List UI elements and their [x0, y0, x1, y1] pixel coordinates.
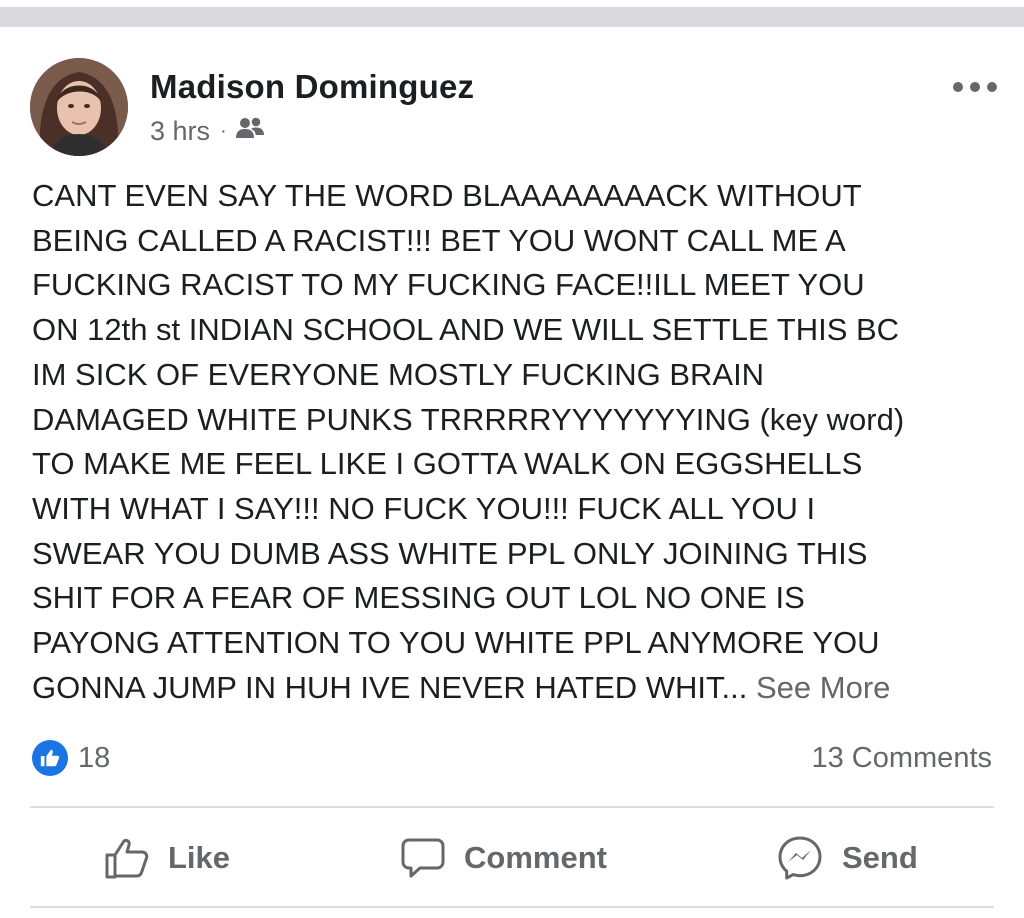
post-body: CANT EVEN SAY THE WORD BLAAAAAAAACK WITH…: [32, 174, 1007, 710]
post-meta: 3 hrs ·: [150, 114, 265, 148]
post-card: Madison Dominguez 3 hrs · CANT EVEN SAY …: [0, 28, 1024, 918]
post-time[interactable]: 3 hrs: [150, 116, 210, 147]
like-label: Like: [168, 840, 231, 875]
action-bar: Like Comment Send: [30, 812, 994, 904]
comment-button[interactable]: Comment: [400, 812, 607, 904]
send-button[interactable]: Send: [776, 812, 918, 904]
avatar-image: [30, 58, 128, 156]
more-options-button[interactable]: [950, 74, 1000, 104]
see-more-link[interactable]: See More: [756, 670, 890, 705]
divider: [30, 806, 994, 808]
comment-bubble-icon: [400, 836, 446, 880]
author-name[interactable]: Madison Dominguez: [150, 68, 474, 106]
meta-separator: ·: [220, 119, 227, 142]
send-label: Send: [842, 840, 918, 875]
like-button[interactable]: Like: [104, 812, 230, 904]
post-body-line: FUCKING RACIST TO MY FUCKING FACE!!ILL M…: [32, 267, 865, 303]
divider: [30, 906, 994, 908]
post-body-line: SHIT FOR A FEAR OF MESSING OUT LOL NO ON…: [32, 580, 805, 616]
feed-separator-band: [0, 7, 1024, 27]
comments-count[interactable]: 13 Comments: [811, 736, 992, 780]
post-body-line: ON 12th st INDIAN SCHOOL AND WE WILL SET…: [32, 312, 900, 348]
post-body-line: DAMAGED WHITE PUNKS TRRRRRYYYYYYYING (ke…: [32, 401, 905, 437]
post-body-line: BEING CALLED A RACIST!!! BET YOU WONT CA…: [32, 222, 846, 258]
post-body-line: IM SICK OF EVERYONE MOSTLY FUCKING BRAIN: [32, 356, 765, 392]
post-body-line: SWEAR YOU DUMB ASS WHITE PPL ONLY JOININ…: [32, 535, 868, 571]
post-body-line: WITH WHAT I SAY!!! NO FUCK YOU!!! FUCK A…: [32, 490, 816, 526]
messenger-icon: [776, 834, 824, 882]
thumbs-up-icon: [104, 836, 150, 880]
like-reaction-icon: [32, 740, 68, 776]
friends-icon[interactable]: [235, 116, 265, 147]
post-body-line: GONNA JUMP IN HUH IVE NEVER HATED WHIT..…: [32, 669, 756, 705]
post-body-line: PAYONG ATTENTION TO YOU WHITE PPL ANYMOR…: [32, 625, 880, 661]
reaction-count: 18: [78, 741, 111, 774]
post-body-last-line: GONNA JUMP IN HUH IVE NEVER HATED WHIT..…: [32, 666, 1007, 711]
feed-separator: [0, 0, 1024, 28]
more-horizontal-icon: [952, 80, 998, 98]
comment-label: Comment: [464, 840, 607, 875]
post-body-line: CANT EVEN SAY THE WORD BLAAAAAAAACK WITH…: [32, 178, 862, 213]
avatar[interactable]: [30, 58, 128, 156]
post-body-line: TO MAKE ME FEEL LIKE I GOTTA WALK ON EGG…: [32, 446, 863, 482]
reaction-summary[interactable]: 18: [32, 736, 110, 780]
